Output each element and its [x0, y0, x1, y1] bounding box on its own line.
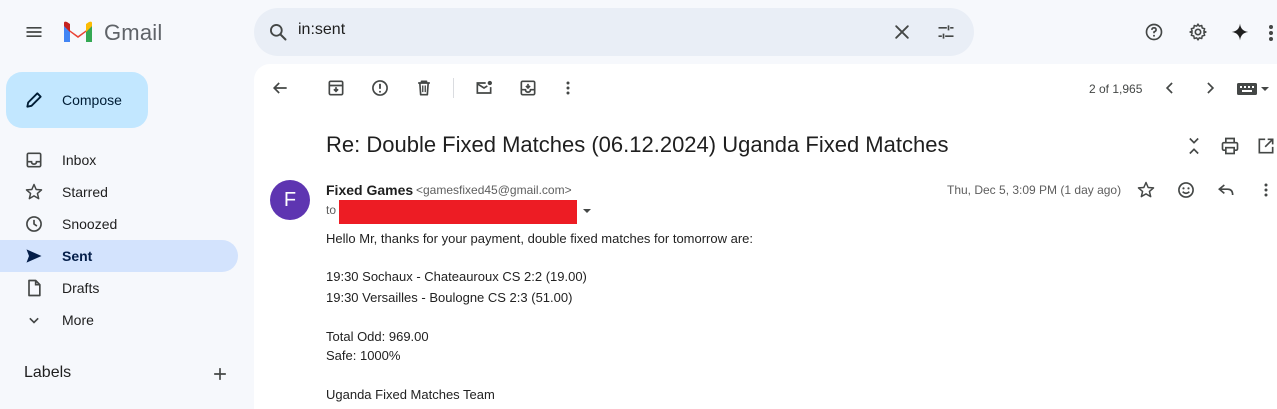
search-input[interactable] — [298, 21, 858, 39]
toolbar-divider — [453, 78, 454, 98]
newer-button[interactable] — [1150, 68, 1190, 108]
sidebar-item-label: Starred — [62, 184, 108, 200]
mark-unread-button[interactable] — [464, 68, 504, 108]
caret-down-icon — [583, 209, 591, 213]
sidebar-item-label: Inbox — [62, 152, 97, 168]
more-vert-icon — [566, 81, 570, 95]
keyboard-icon — [1237, 83, 1269, 95]
recipient-label: to — [326, 203, 337, 217]
email-subject: Re: Double Fixed Matches (06.12.2024) Ug… — [326, 132, 949, 157]
labels-heading: Labels — [24, 364, 72, 381]
help-icon — [1145, 23, 1163, 41]
body-match-1: 19:30 Sochaux - Chateauroux CS 2:2 (19.0… — [326, 269, 587, 284]
collapse-all-button[interactable] — [1174, 126, 1214, 166]
main-menu-button[interactable] — [14, 12, 54, 52]
sidebar-item-snoozed[interactable]: Snoozed — [0, 208, 238, 240]
archive-icon — [328, 80, 344, 96]
tune-icon — [938, 25, 954, 39]
sidebar-item-label: Snoozed — [62, 216, 118, 232]
older-button[interactable] — [1190, 68, 1230, 108]
plus-icon — [214, 368, 226, 380]
unfold-less-icon — [1189, 137, 1199, 155]
mark-unread-icon — [476, 80, 492, 94]
sidebar-item-starred[interactable]: Starred — [0, 176, 238, 208]
more-vert-icon — [1269, 25, 1273, 41]
chevron-left-icon — [1165, 82, 1173, 94]
search-button[interactable] — [258, 12, 298, 52]
sidebar-item-drafts[interactable]: Drafts — [0, 272, 238, 304]
print-button[interactable] — [1210, 126, 1250, 166]
gmail-logo-icon — [64, 21, 92, 42]
add-reaction-button[interactable] — [1166, 170, 1206, 210]
sidebar-item-sent[interactable]: Sent — [0, 240, 238, 272]
sidebar-item-inbox[interactable]: Inbox — [0, 144, 238, 176]
chevron-right-icon — [1207, 82, 1215, 94]
move-to-button[interactable] — [508, 68, 548, 108]
sender-avatar[interactable]: F — [270, 180, 310, 220]
body-signature: Uganda Fixed Matches Team — [326, 387, 495, 402]
body-total-odd: Total Odd: 969.00 — [326, 329, 429, 344]
reply-button[interactable] — [1206, 170, 1246, 210]
sidebar-item-label: More — [62, 312, 94, 328]
star-icon — [1137, 181, 1155, 198]
report-icon — [372, 80, 388, 96]
open-in-new-icon — [1258, 138, 1274, 154]
hamburger-menu-icon — [26, 27, 42, 37]
sidebar-item-label: Drafts — [62, 280, 100, 296]
arrow-back-icon — [272, 82, 287, 94]
create-label-button[interactable] — [200, 354, 240, 394]
print-icon — [1221, 137, 1239, 155]
inbox-icon — [26, 152, 42, 168]
gmail-logo[interactable] — [62, 20, 94, 44]
gear-icon — [1189, 23, 1207, 41]
recipient-redaction — [339, 200, 577, 224]
search-icon — [270, 24, 287, 41]
email-date: Thu, Dec 5, 3:09 PM (1 day ago) — [947, 183, 1122, 197]
clear-search-button[interactable] — [882, 12, 922, 52]
sparkle-icon — [1231, 23, 1249, 41]
sender-name[interactable]: Fixed Games — [326, 182, 413, 198]
delete-button[interactable] — [404, 68, 444, 108]
send-icon — [26, 249, 42, 263]
trash-icon — [418, 80, 430, 96]
show-details-button[interactable] — [580, 204, 594, 218]
reply-icon — [1218, 184, 1234, 196]
settings-button[interactable] — [1178, 12, 1218, 52]
star-icon — [25, 183, 43, 200]
pagination-count: 2 of 1,965 — [1089, 82, 1143, 96]
archive-button[interactable] — [316, 68, 356, 108]
chevron-down-icon — [29, 317, 39, 324]
pencil-icon — [26, 92, 42, 108]
star-button[interactable] — [1126, 170, 1166, 210]
report-spam-button[interactable] — [360, 68, 400, 108]
sidebar-item-label: Sent — [62, 248, 93, 264]
more-vert-icon — [1264, 183, 1268, 197]
input-tools-button[interactable] — [1236, 80, 1272, 98]
compose-button[interactable]: Compose — [6, 72, 148, 128]
close-icon — [895, 25, 909, 39]
move-to-inbox-icon — [520, 80, 536, 96]
search-options-button[interactable] — [926, 12, 966, 52]
sidebar-item-more[interactable]: More — [0, 304, 238, 336]
body-greeting: Hello Mr, thanks for your payment, doubl… — [326, 231, 754, 246]
more-actions-button[interactable] — [548, 68, 588, 108]
body-safe: Safe: 1000% — [326, 348, 401, 363]
emoji-icon — [1178, 182, 1194, 198]
apps-overflow[interactable] — [1268, 24, 1274, 42]
support-button[interactable] — [1134, 12, 1174, 52]
compose-label: Compose — [62, 92, 122, 108]
gemini-button[interactable] — [1220, 12, 1260, 52]
body-match-2: 19:30 Versailles - Boulogne CS 2:3 (51.0… — [326, 290, 573, 305]
draft-icon — [28, 279, 41, 297]
back-button[interactable] — [260, 68, 300, 108]
clock-icon — [26, 216, 42, 232]
search-bar[interactable] — [254, 8, 974, 56]
sender-email: <gamesfixed45@gmail.com> — [416, 183, 572, 197]
gmail-wordmark: Gmail — [104, 20, 163, 45]
